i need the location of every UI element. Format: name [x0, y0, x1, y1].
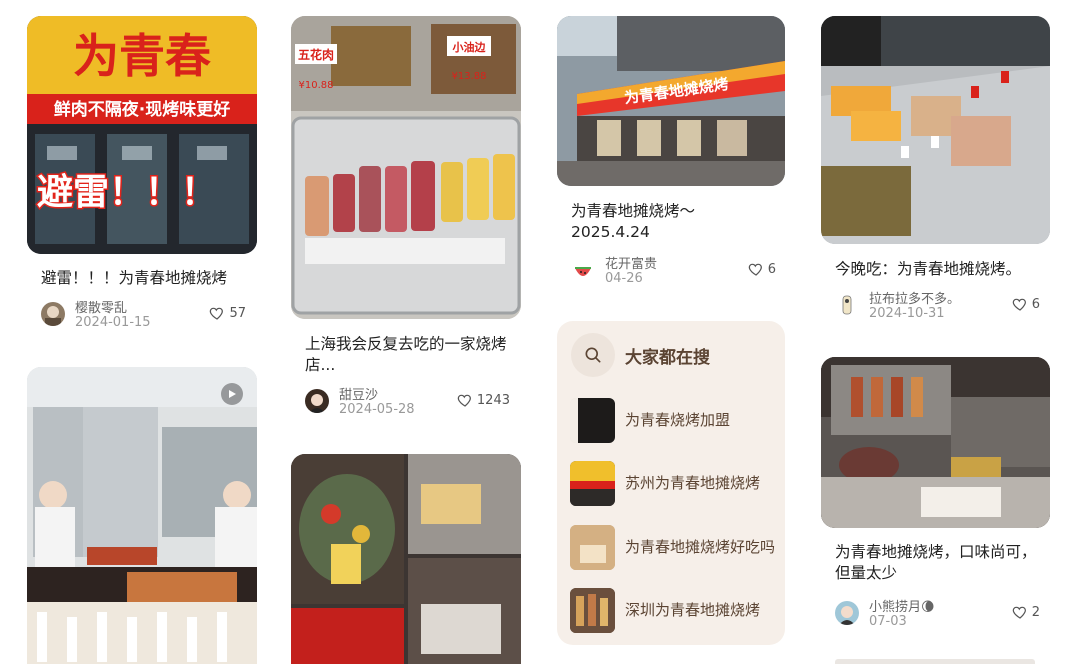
card-meta: 甜豆沙 2024-05-28 1243: [305, 384, 510, 418]
card-meta: 拉布拉多不多。 2024-10-31 6: [835, 288, 1040, 322]
post-date: 04-26: [605, 271, 643, 286]
like-button[interactable]: 6: [748, 261, 776, 277]
author-name[interactable]: 花开富贵: [605, 253, 657, 272]
heart-icon: [457, 394, 471, 407]
display-case-photo: [821, 16, 1050, 244]
card-image-storefront-warning[interactable]: 为青春 鲜肉不隔夜·现烤味更好 避雷！！！: [27, 16, 257, 254]
like-count: 6: [1031, 296, 1040, 312]
post-date: 07-03: [869, 614, 907, 629]
kitchen-photo: [27, 367, 257, 664]
tag-oil: 小油边: [452, 40, 487, 54]
like-count: 1243: [476, 392, 510, 408]
like-button[interactable]: 2: [1012, 604, 1040, 620]
author-name[interactable]: 甜豆沙: [339, 384, 378, 403]
search-suggestion-1[interactable]: 为青春烧烤加盟: [570, 397, 775, 443]
suggestion-thumbnail: [570, 460, 615, 506]
search-suggestion-4[interactable]: 深圳为青春地摊烧烤: [570, 587, 775, 633]
author-name[interactable]: 樱散零乱: [75, 297, 127, 316]
like-count: 57: [229, 305, 246, 321]
suggestion-label: 为青春地摊烧烤好吃吗: [625, 537, 776, 556]
card-image-skewers[interactable]: 五花肉 ¥10.88 小油边 ¥13.88: [291, 16, 521, 319]
card-title[interactable]: 今晚吃：为青春地摊烧烤。: [835, 259, 1040, 280]
skewers-photo: 五花肉 ¥10.88 小油边 ¥13.88: [291, 16, 521, 319]
tag-pork: 五花肉: [298, 47, 334, 62]
post-date: 2024-05-28: [339, 402, 415, 417]
avatar[interactable]: [571, 258, 595, 282]
storefront-photo: 为青春 鲜肉不隔夜·现烤味更好 避雷！！！: [27, 16, 257, 254]
suggestion-thumbnail: [570, 524, 615, 570]
heart-icon: [748, 263, 762, 276]
card-meta: 樱散零乱 2024-01-15 57: [41, 297, 246, 331]
card-title[interactable]: 上海我会反复去吃的一家烧烤店...: [305, 334, 510, 376]
like-count: 6: [767, 261, 776, 277]
suggestion-thumbnail: [570, 587, 615, 633]
card-meta: 小熊捞月🌘 07-03 2: [835, 596, 1040, 630]
heart-icon: [1012, 606, 1026, 619]
grill-table-photo: [821, 357, 1050, 528]
search-icon: [571, 333, 615, 377]
collage-photo: [291, 454, 521, 664]
search-suggestion-3[interactable]: 为青春地摊烧烤好吃吗: [570, 524, 775, 570]
heart-icon: [210, 307, 224, 320]
like-count: 2: [1031, 604, 1040, 620]
author-name[interactable]: 拉布拉多不多。: [869, 288, 960, 307]
card-image-kitchen[interactable]: [27, 367, 257, 664]
sign-slogan-text: 鲜肉不隔夜·现烤味更好: [54, 99, 230, 120]
storefront-day-photo: 为青春地摊烧烤: [557, 16, 785, 186]
card-title[interactable]: 为青春地摊烧烤～2025.4.24: [571, 201, 771, 243]
card-image-grill-table[interactable]: [821, 357, 1050, 528]
like-button[interactable]: 6: [1012, 296, 1040, 312]
suggestion-label: 为青春烧烤加盟: [625, 410, 731, 429]
like-button[interactable]: 57: [209, 305, 246, 321]
search-heading: 大家都在搜: [625, 347, 710, 368]
card-image-display-case[interactable]: [821, 16, 1050, 244]
avatar[interactable]: [305, 389, 329, 413]
sign-brand-text: 为青春: [73, 29, 211, 83]
card-meta: 花开富贵 04-26 6: [571, 253, 776, 287]
heart-icon: [1012, 298, 1026, 311]
overlay-warning-text: 避雷！！！: [37, 172, 217, 213]
play-icon[interactable]: [221, 383, 243, 405]
search-header: 大家都在搜: [571, 333, 710, 377]
suggestion-thumbnail: [570, 397, 615, 443]
avatar[interactable]: [835, 601, 859, 625]
card-title[interactable]: 为青春地摊烧烤，口味尚可，但量太少: [835, 542, 1040, 584]
next-card-peek: [835, 659, 1035, 664]
suggestion-label: 深圳为青春地摊烧烤: [625, 600, 761, 619]
search-suggestion-2[interactable]: 苏州为青春地摊烧烤: [570, 460, 775, 506]
post-date: 2024-01-15: [75, 315, 151, 330]
card-title[interactable]: 避雷！！！为青春地摊烧烤: [41, 268, 246, 289]
tag-price-1: ¥10.88: [299, 80, 334, 91]
post-date: 2024-10-31: [869, 306, 945, 321]
like-button[interactable]: 1243: [457, 392, 510, 408]
suggestion-label: 苏州为青春地摊烧烤: [625, 473, 761, 492]
search-suggestions: 大家都在搜 为青春烧烤加盟 苏州为青春地摊烧烤 为青春地摊烧烤好吃吗 深圳为青春…: [557, 321, 785, 645]
card-image-storefront-day[interactable]: 为青春地摊烧烤: [557, 16, 785, 186]
author-name[interactable]: 小熊捞月🌘: [869, 596, 935, 615]
avatar[interactable]: [835, 293, 859, 317]
card-image-collage[interactable]: [291, 454, 521, 664]
tag-price-2: ¥13.88: [452, 71, 487, 82]
avatar[interactable]: [41, 302, 65, 326]
